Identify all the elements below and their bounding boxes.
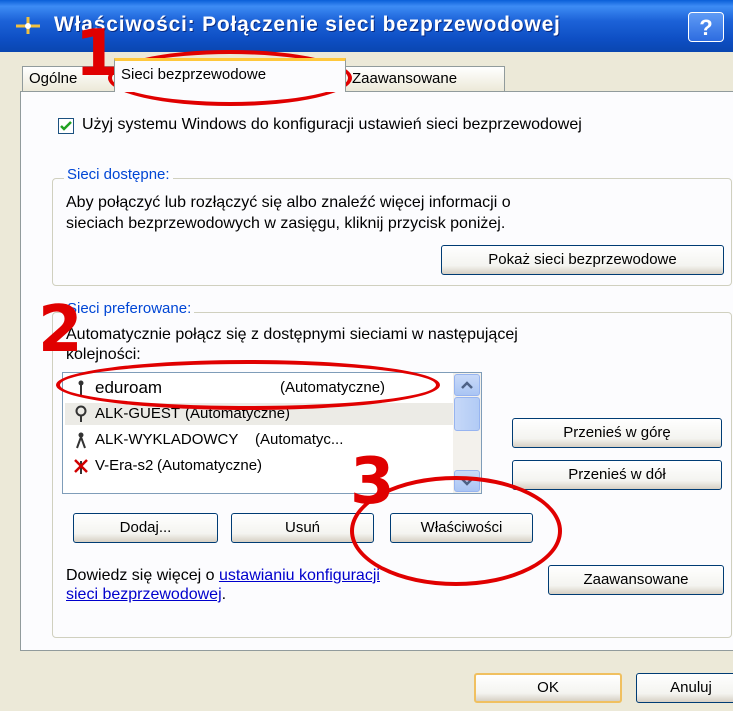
network-name: ALK-WYKLADOWCY	[95, 431, 239, 448]
list-item[interactable]: V-Era-s2 (Automatyczne)	[65, 455, 457, 477]
annotation-ellipse-eduroam	[56, 360, 440, 410]
ok-button[interactable]: OK	[474, 673, 622, 703]
tab-advanced[interactable]: Zaawansowane	[345, 66, 505, 91]
dialog-footer	[0, 652, 733, 711]
help-button[interactable]: ?	[688, 12, 724, 42]
scroll-up-button[interactable]	[454, 374, 480, 396]
cancel-button[interactable]: Anuluj	[636, 673, 733, 703]
preferred-networks-text-1: Automatycznie połącz się z dostępnymi si…	[66, 326, 518, 343]
network-error-icon	[74, 459, 88, 474]
learn-more-text-2: sieci bezprzewodowej.	[66, 586, 226, 604]
available-networks-text-2: sieciach bezprzewodowych w zasięgu, klik…	[66, 215, 506, 232]
learn-more-text: Dowiedz się więcej o ustawianiu konfigur…	[66, 567, 380, 585]
annotation-marker-3: 3	[350, 445, 395, 519]
config-help-link-2[interactable]: sieci bezprzewodowej	[66, 586, 222, 603]
learn-more-suffix: .	[221, 586, 227, 603]
network-status: (Automatyc...	[255, 431, 344, 448]
properties-dialog: Właściwości: Połączenie sieci bezprzewod…	[0, 0, 733, 711]
use-windows-label: Użyj systemu Windows do konfiguracji ust…	[82, 116, 582, 133]
available-networks-legend: Sieci dostępne:	[64, 166, 173, 183]
annotation-marker-1: 1	[75, 17, 120, 91]
window-title: Właściwości: Połączenie sieci bezprzewod…	[54, 13, 561, 36]
network-name: V-Era-s2	[95, 457, 154, 474]
network-status: (Automatyczne)	[157, 457, 263, 474]
preferred-networks-legend: Sieci preferowane:	[64, 300, 195, 317]
learn-more-prefix: Dowiedz się więcej o	[66, 567, 219, 584]
use-windows-checkbox[interactable]	[58, 118, 74, 134]
chevron-up-icon	[461, 381, 473, 389]
tab-wireless-networks[interactable]: Sieci bezprzewodowe	[114, 58, 346, 92]
move-up-button[interactable]: Przenieś w górę	[512, 418, 722, 448]
checkmark-icon	[60, 121, 72, 131]
scroll-thumb[interactable]	[454, 397, 480, 431]
add-button[interactable]: Dodaj...	[73, 513, 218, 543]
network-key-icon	[75, 405, 87, 422]
list-item[interactable]: ALK-WYKLADOWCY (Automatyc...	[65, 429, 457, 451]
network-connection-icon	[16, 17, 40, 34]
move-down-button[interactable]: Przenieś w dół	[512, 460, 722, 490]
antenna-icon	[76, 432, 86, 449]
advanced-button[interactable]: Zaawansowane	[548, 565, 724, 595]
list-scrollbar[interactable]	[453, 373, 481, 493]
annotation-marker-2: 2	[38, 293, 83, 367]
config-help-link[interactable]: ustawianiu konfiguracji	[219, 567, 380, 584]
available-networks-text-1: Aby połączyć lub rozłączyć się albo znal…	[66, 194, 511, 211]
show-wireless-networks-button[interactable]: Pokaż sieci bezprzewodowe	[441, 245, 724, 275]
